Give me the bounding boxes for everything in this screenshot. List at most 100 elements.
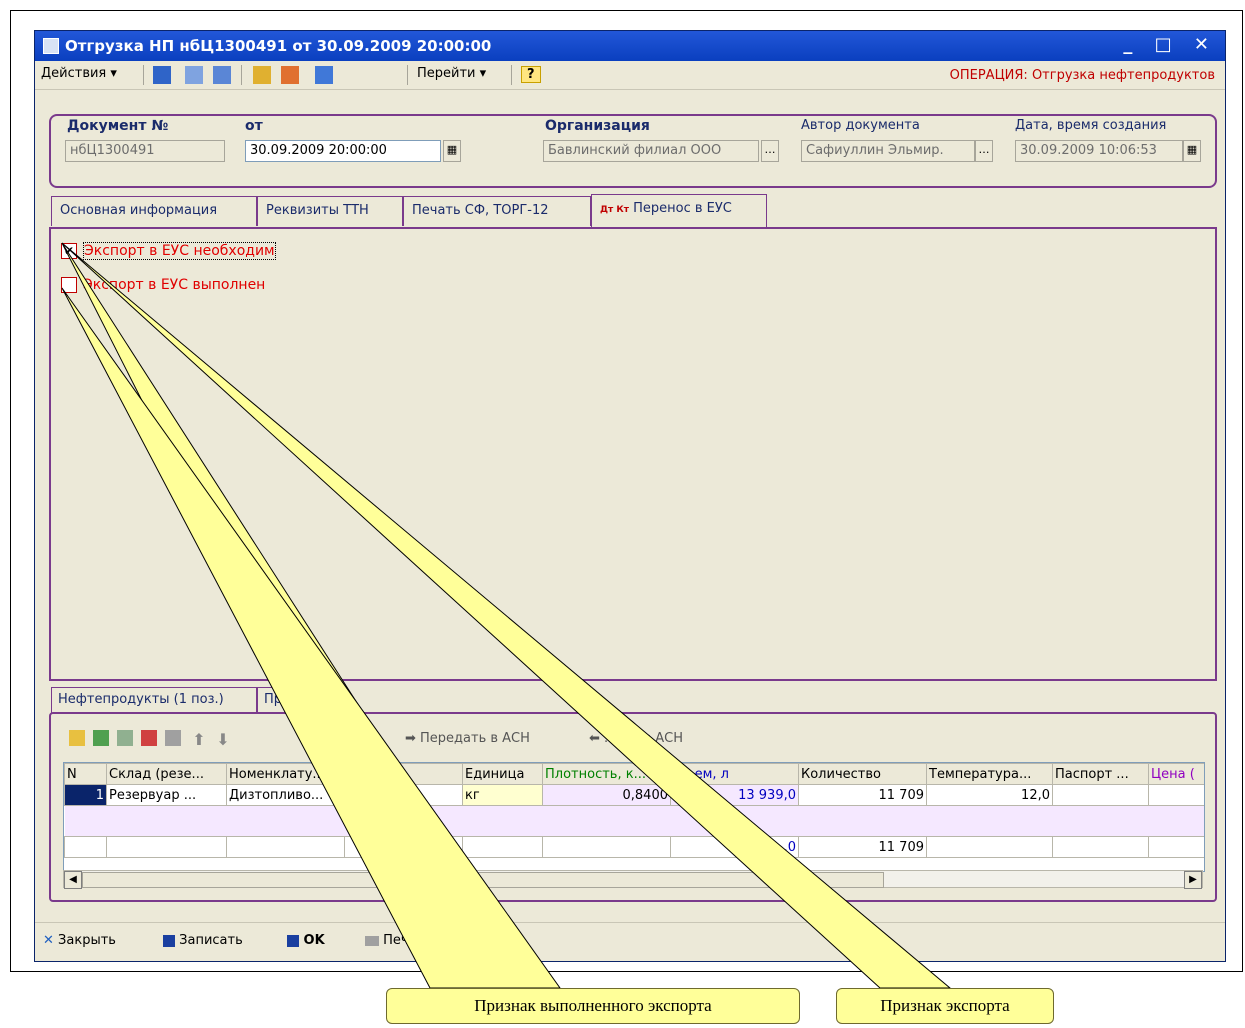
author-field[interactable]: Сафиуллин Эльмир.: [801, 140, 975, 162]
toolbar-separator: [407, 65, 408, 85]
export-done-checkbox[interactable]: Экспорт в ЕУС выполнен: [61, 277, 265, 297]
column-header[interactable]: Температура...: [926, 763, 1053, 785]
close-icon: ✕: [43, 933, 54, 948]
table-cell[interactable]: 1: [64, 784, 107, 806]
delete-row-icon[interactable]: [141, 730, 157, 746]
table-cell[interactable]: 12,0: [926, 784, 1053, 806]
empty-row: [64, 805, 1204, 837]
send-to-asn-button[interactable]: ➡ Передать в АСН: [405, 731, 530, 746]
column-header[interactable]: ...наи...: [344, 763, 463, 785]
window-icon: [43, 38, 59, 54]
column-header[interactable]: Склад (резе...: [106, 763, 227, 785]
tab-main-info[interactable]: Основная информация: [51, 196, 257, 226]
products-panel: ⬆ ⬇ ➡ Передать в АСН ⬅ ...ть из АСН N Ск…: [49, 712, 1217, 902]
column-header[interactable]: N: [64, 763, 107, 785]
save-icon: [163, 934, 175, 947]
author-select-button[interactable]: …: [975, 140, 993, 162]
ok-icon: [287, 934, 299, 947]
column-header[interactable]: Плотность, к...: [542, 763, 671, 785]
empty-cell: [64, 805, 1204, 837]
help-button[interactable]: ?: [521, 66, 541, 83]
move-up-icon[interactable]: ⬆: [191, 730, 207, 749]
calendar-icon[interactable]: ▦: [443, 140, 461, 162]
post-icon[interactable]: [253, 66, 271, 84]
table-cell[interactable]: Д...во...: [344, 784, 463, 806]
checkbox-box[interactable]: ✔: [61, 243, 77, 259]
org-label: Организация: [545, 118, 650, 134]
close-label: Закрыть: [58, 933, 116, 948]
tab-eus-transfer[interactable]: Дт Кт Перенос в ЕУС: [591, 194, 767, 228]
total-cell: 1...0: [670, 836, 799, 858]
table-cell[interactable]: Дизтопливо...: [226, 784, 345, 806]
actions-menu[interactable]: Действия ▾: [41, 66, 117, 81]
grid-toolbar: ⬆ ⬇ ➡ Передать в АСН ⬅ ...ть из АСН: [69, 728, 1189, 752]
checkbox-label: Экспорт в ЕУС необходим: [83, 242, 276, 260]
export-required-checkbox[interactable]: ✔ Экспорт в ЕУС необходим: [61, 242, 276, 263]
total-cell: [106, 836, 227, 858]
doc-no-field[interactable]: нбЦ1300491: [65, 140, 225, 162]
table-cell[interactable]: [1052, 784, 1149, 806]
save-row-icon[interactable]: [165, 730, 181, 746]
document-window: Отгрузка НП нбЦ1300491 от 30.09.2009 20:…: [34, 30, 1226, 962]
column-header[interactable]: Номенклату...: [226, 763, 345, 785]
table-cell[interactable]: 0,8400: [542, 784, 671, 806]
copy-row-icon[interactable]: [93, 730, 109, 746]
print-button[interactable]: Печ: [365, 933, 409, 948]
window-controls[interactable]: _ □ ✕: [1123, 34, 1217, 55]
column-header[interactable]: Количество: [798, 763, 927, 785]
toolbar-separator: [241, 65, 242, 85]
based-on-icon[interactable]: [315, 66, 333, 84]
unpost-icon[interactable]: [281, 66, 299, 84]
table-cell[interactable]: 13 939,0: [670, 784, 799, 806]
tab-products[interactable]: Нефтепродукты (1 поз.): [51, 687, 257, 713]
calendar-icon[interactable]: ▦: [1183, 140, 1201, 162]
table-cell[interactable]: Резервуар ...: [106, 784, 227, 806]
total-cell: [462, 836, 543, 858]
callout-export: Признак экспорта: [836, 988, 1054, 1024]
table-cell[interactable]: [1148, 784, 1204, 806]
goto-menu[interactable]: Перейти ▾: [417, 66, 486, 81]
scroll-right-icon[interactable]: ▶: [1184, 871, 1202, 889]
totals-row: 1...0 11 709: [64, 836, 1204, 858]
date-field[interactable]: 30.09.2009 20:00:00: [245, 140, 441, 162]
column-header[interactable]: Цена (: [1148, 763, 1204, 785]
org-field[interactable]: Бавлинский филиал ООО: [543, 140, 759, 162]
column-header[interactable]: Единица: [462, 763, 543, 785]
total-cell: [344, 836, 463, 858]
tab-print[interactable]: Печать СФ, ТОРГ-12: [403, 196, 591, 226]
print-label: Печ: [383, 933, 409, 948]
doc-no-label: Документ №: [67, 118, 169, 134]
org-select-button[interactable]: …: [761, 140, 779, 162]
horizontal-scrollbar[interactable]: ◀ ▶: [63, 870, 1203, 889]
close-button[interactable]: ✕ Закрыть: [43, 933, 116, 948]
toolbar: Действия ▾ Перейти ▾ ? ОПЕРАЦИЯ: Отгрузк…: [35, 61, 1225, 90]
title-bar: Отгрузка НП нбЦ1300491 от 30.09.2009 20:…: [35, 31, 1225, 61]
total-cell: [1148, 836, 1204, 858]
back-icon[interactable]: [153, 66, 171, 84]
table-cell[interactable]: 11 709: [798, 784, 927, 806]
table-cell[interactable]: кг: [462, 784, 543, 806]
refresh-icon[interactable]: [185, 66, 203, 84]
ok-button[interactable]: OK: [287, 933, 325, 948]
structure-icon[interactable]: [213, 66, 231, 84]
load-from-asn-button[interactable]: ⬅ ...ть из АСН: [589, 731, 683, 746]
total-cell: [64, 836, 107, 858]
scroll-left-icon[interactable]: ◀: [64, 871, 82, 889]
created-field[interactable]: 30.09.2009 10:06:53: [1015, 140, 1183, 162]
tab-other[interactable]: Пр: [257, 687, 297, 713]
window-title: Отгрузка НП нбЦ1300491 от 30.09.2009 20:…: [65, 37, 492, 55]
total-cell: 11 709: [798, 836, 927, 858]
save-button[interactable]: Записать: [163, 933, 243, 948]
table-header-row: N Склад (резе... Номенклату... ...наи...…: [64, 763, 1204, 785]
edit-row-icon[interactable]: [117, 730, 133, 746]
column-header[interactable]: ...ъем, л: [670, 763, 799, 785]
table-row[interactable]: 1 Резервуар ... Дизтопливо... Д...во... …: [64, 784, 1204, 806]
move-down-icon[interactable]: ⬇: [215, 730, 231, 749]
add-row-icon[interactable]: [69, 730, 85, 746]
column-header[interactable]: Паспорт ...: [1052, 763, 1149, 785]
checkbox-box[interactable]: [61, 277, 77, 293]
tab-ttn[interactable]: Реквизиты ТТН: [257, 196, 403, 226]
operation-label: ОПЕРАЦИЯ: Отгрузка нефтепродуктов: [949, 68, 1215, 83]
scroll-thumb[interactable]: [82, 872, 884, 888]
print-icon: [365, 935, 379, 946]
